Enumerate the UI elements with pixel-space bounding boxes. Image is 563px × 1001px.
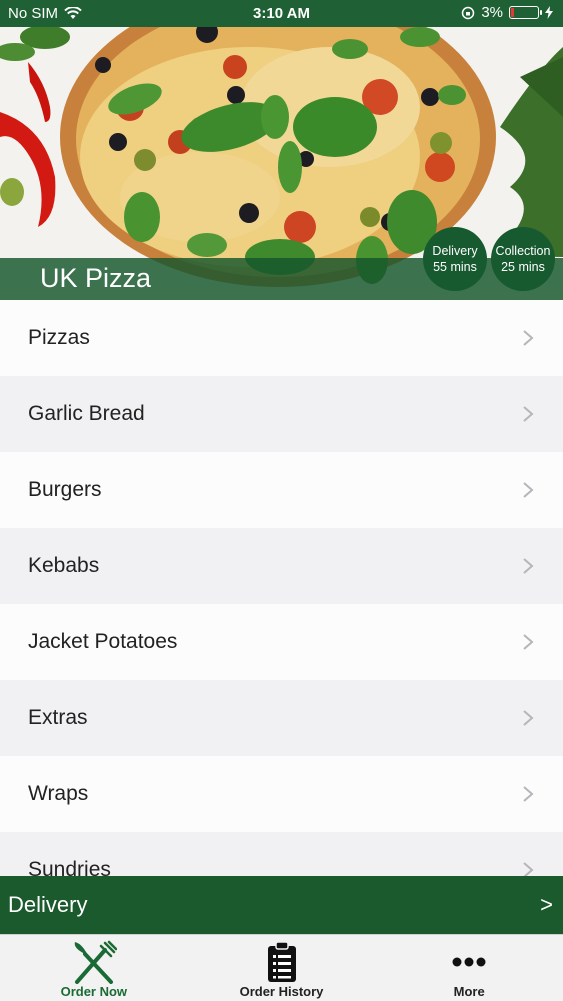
tab-order-now[interactable]: Order Now bbox=[0, 935, 188, 1001]
menu-category-label: Extras bbox=[28, 706, 88, 729]
chevron-right-icon bbox=[523, 406, 534, 422]
menu-category-label: Wraps bbox=[28, 782, 89, 805]
menu-category-pizzas[interactable]: Pizzas bbox=[0, 300, 563, 376]
chevron-right-icon bbox=[523, 330, 534, 346]
menu-category-garlic-bread[interactable]: Garlic Bread bbox=[0, 376, 563, 452]
battery-icon bbox=[509, 6, 542, 19]
menu-category-jacket-potatoes[interactable]: Jacket Potatoes bbox=[0, 604, 563, 680]
delivery-time-badge: Delivery 55 mins bbox=[423, 227, 487, 291]
status-right: 3% bbox=[461, 4, 553, 21]
tab-label: More bbox=[453, 984, 485, 999]
tab-order-history[interactable]: Order History bbox=[188, 935, 376, 1001]
bottom-tab-bar: Order Now Order History More bbox=[0, 934, 563, 1001]
tab-more[interactable]: More bbox=[375, 935, 563, 1001]
menu-category-wraps[interactable]: Wraps bbox=[0, 756, 563, 832]
menu-category-label: Garlic Bread bbox=[28, 402, 145, 425]
menu-category-extras[interactable]: Extras bbox=[0, 680, 563, 756]
chevron-right-icon bbox=[523, 786, 534, 802]
chevron-right-icon bbox=[523, 482, 534, 498]
more-dots-icon bbox=[452, 957, 486, 967]
order-mode-arrow: > bbox=[540, 892, 553, 917]
chevron-right-icon bbox=[523, 634, 534, 650]
collection-label: Collection bbox=[495, 244, 551, 258]
delivery-time: 55 mins bbox=[433, 260, 477, 274]
menu-category-label: Jacket Potatoes bbox=[28, 630, 178, 653]
charging-icon bbox=[545, 6, 553, 19]
menu-category-label: Burgers bbox=[28, 478, 102, 501]
menu-category-sundries[interactable]: Sundries bbox=[0, 832, 563, 876]
order-mode-label: Delivery bbox=[8, 892, 88, 917]
battery-percent: 3% bbox=[481, 4, 503, 21]
collection-time-badge: Collection 25 mins bbox=[491, 227, 555, 291]
order-mode-bar[interactable]: Delivery > bbox=[0, 876, 563, 934]
fork-knife-icon bbox=[74, 940, 117, 984]
menu-category-burgers[interactable]: Burgers bbox=[0, 452, 563, 528]
tab-label: Order Now bbox=[60, 984, 128, 999]
orientation-lock-icon bbox=[462, 6, 475, 19]
tab-label: Order History bbox=[239, 984, 324, 999]
menu-category-label: Kebabs bbox=[28, 554, 100, 577]
chevron-right-icon bbox=[523, 558, 534, 574]
menu-category-label: Pizzas bbox=[28, 326, 90, 349]
restaurant-name: UK Pizza bbox=[40, 263, 152, 293]
menu-category-list[interactable]: Pizzas Garlic Bread Burgers Kebabs Jacke… bbox=[0, 300, 563, 876]
clipboard-list-icon bbox=[267, 941, 296, 982]
status-bar: No SIM 3:10 AM 3% bbox=[0, 0, 563, 27]
collection-time: 25 mins bbox=[501, 260, 545, 274]
delivery-label: Delivery bbox=[432, 244, 478, 258]
chevron-right-icon bbox=[523, 710, 534, 726]
menu-category-label: Sundries bbox=[28, 858, 111, 876]
restaurant-hero: UK Pizza Delivery 55 mins Collection 25 … bbox=[0, 27, 563, 300]
menu-category-kebabs[interactable]: Kebabs bbox=[0, 528, 563, 604]
chevron-right-icon bbox=[523, 862, 534, 876]
